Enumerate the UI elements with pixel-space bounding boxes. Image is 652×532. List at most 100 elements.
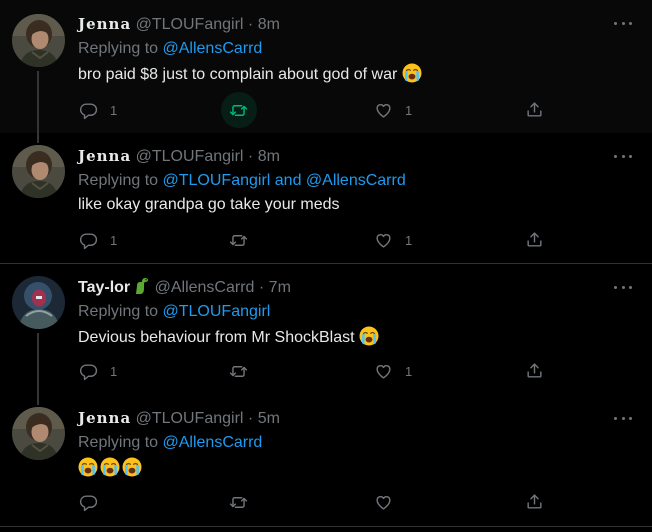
share-icon <box>527 232 542 247</box>
more-icon[interactable] <box>614 284 632 290</box>
like-button[interactable]: 1 <box>374 101 412 120</box>
like-count: 1 <box>405 233 413 248</box>
reply-button[interactable]: 1 <box>79 231 117 250</box>
reply-icon <box>79 233 98 250</box>
reply-button[interactable]: 1 <box>79 362 117 381</box>
retweet-icon <box>229 497 248 508</box>
tweet-text: like okay grandpa go take your meds <box>78 195 339 215</box>
avatar[interactable] <box>12 276 65 329</box>
avatar[interactable] <box>12 407 65 460</box>
tweet-header: Tay-lor @AllensCarrd · 7m <box>78 277 291 298</box>
heart-icon <box>376 104 391 118</box>
user-handle[interactable]: @TLOUFangirl <box>136 16 244 33</box>
reply-context: Replying to @TLOUFangirl <box>78 302 270 322</box>
share-button[interactable] <box>525 100 544 119</box>
display-name[interactable]: Jenna <box>78 409 131 427</box>
tweet-header: Jenna @TLOUFangirl · 8m <box>78 14 280 35</box>
retweet-button[interactable] <box>229 231 248 250</box>
display-name[interactable]: Tay-lor <box>78 279 130 296</box>
tweet-text-content: Devious behaviour from Mr ShockBlast <box>78 329 359 346</box>
display-name[interactable]: Jenna <box>78 147 131 165</box>
avatar[interactable] <box>12 14 65 67</box>
more-icon[interactable] <box>614 415 632 421</box>
heart-icon <box>376 496 391 510</box>
timestamp[interactable]: 8m <box>258 16 280 33</box>
retweet-icon <box>229 105 248 116</box>
reply-button[interactable] <box>79 493 98 512</box>
timestamp[interactable]: 5m <box>258 410 280 427</box>
share-icon <box>527 494 542 509</box>
mention-link[interactable]: @AllensCarrd <box>163 434 263 451</box>
action-bar: 1 1 <box>0 355 652 387</box>
reply-context: Replying to @AllensCarrd <box>78 39 262 59</box>
reply-prefix: Replying to <box>78 303 163 320</box>
user-handle[interactable]: @TLOUFangirl <box>136 148 244 165</box>
mention-link[interactable]: @TLOUFangirl <box>163 303 271 320</box>
like-button[interactable]: 1 <box>374 362 412 381</box>
share-button[interactable] <box>525 492 544 511</box>
reply-count: 1 <box>110 364 118 379</box>
tweet-header: Jenna @TLOUFangirl · 8m <box>78 146 280 167</box>
tweet-header: Jenna @TLOUFangirl · 5m <box>78 408 280 429</box>
thread-line <box>37 395 39 405</box>
dinosaur-emoji <box>134 277 150 295</box>
reply-count: 1 <box>110 103 118 118</box>
retweet-icon <box>229 235 248 246</box>
reply-prefix: Replying to <box>78 434 163 451</box>
like-count: 1 <box>405 103 413 118</box>
reply-icon <box>79 364 98 381</box>
like-button[interactable]: 1 <box>374 231 412 250</box>
reply-context: Replying to @TLOUFangirl and @AllensCarr… <box>78 171 406 191</box>
mention-link[interactable]: @TLOUFangirl and @AllensCarrd <box>163 172 406 189</box>
retweet-button[interactable] <box>229 101 248 120</box>
timestamp[interactable]: 7m <box>269 279 291 296</box>
retweet-button[interactable] <box>229 493 248 512</box>
reply-count: 1 <box>110 233 118 248</box>
divider <box>0 526 652 527</box>
crying-face-emoji <box>78 457 98 477</box>
separator-dot: · <box>247 410 254 427</box>
reply-icon <box>79 495 98 512</box>
reply-prefix: Replying to <box>78 40 163 57</box>
tweet-text <box>78 457 142 479</box>
crying-face-emoji <box>100 457 120 477</box>
thread-line <box>37 133 39 143</box>
crying-face-emoji <box>402 63 422 83</box>
tweet[interactable]: Jenna @TLOUFangirl · 8m Replying to @All… <box>0 0 652 133</box>
retweet-button[interactable] <box>229 362 248 381</box>
reply-context: Replying to @AllensCarrd <box>78 433 262 453</box>
separator-dot: · <box>258 279 265 296</box>
tweet-text: bro paid $8 just to complain about god o… <box>78 63 422 85</box>
share-icon <box>527 102 542 117</box>
timestamp[interactable]: 8m <box>258 148 280 165</box>
more-icon[interactable] <box>614 20 632 26</box>
reply-prefix: Replying to <box>78 172 163 189</box>
share-icon <box>527 363 542 378</box>
action-bar <box>0 486 652 518</box>
mention-link[interactable]: @AllensCarrd <box>163 40 263 57</box>
more-icon[interactable] <box>614 153 632 159</box>
separator-dot: · <box>247 148 254 165</box>
separator-dot: · <box>247 16 254 33</box>
tweet[interactable]: Jenna @TLOUFangirl · 5m Replying to @All… <box>0 395 652 532</box>
tweet-text: Devious behaviour from Mr ShockBlast <box>78 326 379 348</box>
heart-icon <box>376 234 391 248</box>
crying-face-emoji <box>122 457 142 477</box>
tweet-text-content: bro paid $8 just to complain about god o… <box>78 66 402 83</box>
share-button[interactable] <box>525 361 544 380</box>
reply-button[interactable]: 1 <box>79 101 117 120</box>
action-bar: 1 1 <box>0 92 652 128</box>
avatar[interactable] <box>12 145 65 198</box>
tweet[interactable]: Tay-lor @AllensCarrd · 7m Replying to @T… <box>0 264 652 395</box>
action-bar: 1 1 <box>0 224 652 256</box>
crying-face-emoji <box>359 326 379 346</box>
share-button[interactable] <box>525 230 544 249</box>
user-handle[interactable]: @AllensCarrd <box>155 279 255 296</box>
display-name[interactable]: Jenna <box>78 15 131 33</box>
like-button[interactable] <box>374 493 393 512</box>
like-count: 1 <box>405 364 413 379</box>
reply-icon <box>79 103 98 120</box>
tweet[interactable]: Jenna @TLOUFangirl · 8m Replying to @TLO… <box>0 133 652 264</box>
user-handle[interactable]: @TLOUFangirl <box>136 410 244 427</box>
heart-icon <box>376 365 391 379</box>
